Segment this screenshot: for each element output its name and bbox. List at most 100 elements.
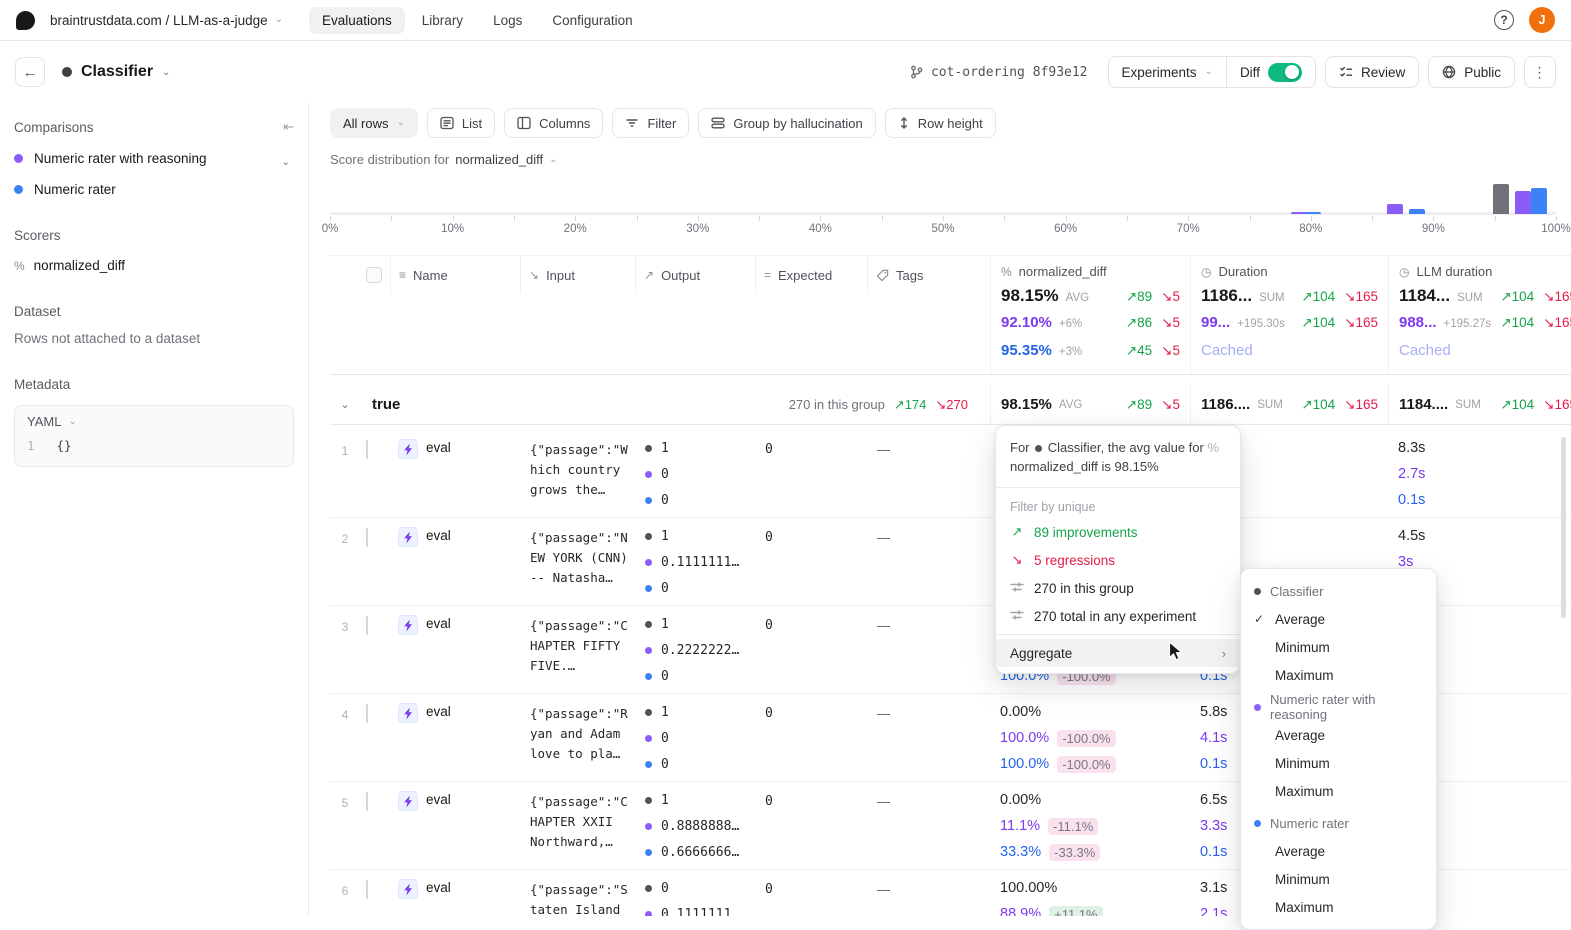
more-options-button[interactable]: ⋮ [1524,56,1556,88]
input-cell[interactable]: {"passage":"R yan and Adam love to pla… [520,694,635,781]
back-button[interactable]: ← [15,57,45,87]
submenu-option-minimum[interactable]: Minimum [1241,749,1436,777]
tab-library[interactable]: Library [409,7,476,34]
output-cell[interactable]: 10.1111111…0 [635,518,755,605]
group-row-true[interactable]: ⌄ true 270 in this group ↗174 ↘270 98.15… [330,385,1571,425]
output-cell[interactable]: 00.1111111… [635,870,755,916]
yaml-content[interactable]: {} [57,438,72,453]
improvements-count[interactable]: ↗45 [1126,343,1152,359]
tags-cell[interactable]: — [867,606,990,693]
regressions-count[interactable]: ↘5 [1161,343,1180,359]
submenu-option-average[interactable]: Average [1241,721,1436,749]
improvements-count[interactable]: ↗104 [1301,289,1335,305]
submenu-option-average[interactable]: Average [1241,837,1436,865]
row-name-cell[interactable]: eval [390,606,520,693]
regressions-count[interactable]: ↘5 [1161,315,1180,331]
improvements-count[interactable]: ↗104 [1301,315,1335,331]
experiments-button[interactable]: Experiments ⌄ [1109,57,1226,87]
column-header-expected[interactable]: =Expected [755,256,867,294]
expected-cell[interactable]: 0 [755,430,867,517]
submenu-option-average[interactable]: ✓Average [1241,605,1436,633]
input-cell[interactable]: {"passage":"C HAPTER FIFTY FIVE.… [520,606,635,693]
tab-configuration[interactable]: Configuration [539,7,645,34]
row-name-cell[interactable]: eval [390,782,520,869]
all-rows-button[interactable]: All rows ⌄ [330,108,418,138]
output-cell[interactable]: 100 [635,694,755,781]
expected-cell[interactable]: 0 [755,870,867,916]
scorer-item[interactable]: % normalized_diff [14,258,294,273]
row-checkbox[interactable] [366,704,368,723]
submenu-option-maximum[interactable]: Maximum [1241,661,1436,689]
submenu-option-maximum[interactable]: Maximum [1241,777,1436,805]
popup-item-89-improvements[interactable]: ↗89 improvements [996,518,1240,546]
expected-cell[interactable]: 0 [755,782,867,869]
improvements-count[interactable]: ↗104 [1301,397,1335,413]
submenu-option-minimum[interactable]: Minimum [1241,865,1436,893]
columns-button[interactable]: Columns [504,108,603,138]
row-checkbox[interactable] [366,528,368,547]
regressions-count[interactable]: ↘5 [1161,397,1180,413]
score-distribution-label[interactable]: Score distribution for normalized_diff ⌄ [330,152,558,167]
regressions-count[interactable]: ↘165 [1543,289,1571,305]
tab-logs[interactable]: Logs [480,7,535,34]
column-header-duration[interactable]: ◷Duration1186...SUM↗104↘16599...+195.30s… [1190,256,1388,374]
chevron-down-icon[interactable]: ⌄ [162,67,170,78]
group-regressions[interactable]: ↘270 [935,397,968,413]
row-checkbox[interactable] [366,616,368,635]
table-row[interactable]: 1eval{"passage":"W hich country grows th… [330,430,1571,518]
row-name-cell[interactable]: eval [390,870,520,916]
column-header-normalized-diff[interactable]: %normalized_diff98.15%AVG↗89↘592.10%+6%↗… [990,256,1190,374]
comparison-item[interactable]: Numeric rater [14,182,294,197]
improvements-count[interactable]: ↗104 [1500,289,1534,305]
input-cell[interactable]: {"passage":"C HAPTER XXII Northward,… [520,782,635,869]
branch-info[interactable]: cot-ordering 8f93e12 [910,65,1088,80]
column-header-tags[interactable]: Tags [867,256,990,294]
submenu-option-minimum[interactable]: Minimum [1241,633,1436,661]
row-checkbox[interactable] [366,792,368,811]
chevron-down-icon[interactable]: ⌄ [282,157,290,168]
popup-item-270-total-in-any-experiment[interactable]: 270 total in any experiment [996,602,1240,630]
score-cell[interactable]: 0.00%11.1%-11.1%33.3%-33.3% [990,782,1190,869]
output-cell[interactable]: 10.8888888…0.6666666… [635,782,755,869]
row-name-cell[interactable]: eval [390,430,520,517]
select-all-checkbox[interactable] [366,267,382,283]
expected-cell[interactable]: 0 [755,606,867,693]
help-icon[interactable]: ? [1494,10,1514,30]
column-header-output[interactable]: ↗Output [635,256,755,294]
list-view-button[interactable]: List [427,108,495,138]
collapse-sidebar-icon[interactable]: ⇤ [283,119,294,135]
row-name-cell[interactable]: eval [390,694,520,781]
row-checkbox[interactable] [366,440,368,459]
group-llm-duration-cell[interactable]: 1184....SUM↗104↘165 [1388,385,1571,424]
improvements-count[interactable]: ↗89 [1126,397,1152,413]
tags-cell[interactable]: — [867,694,990,781]
input-cell[interactable]: {"passage":"N EW YORK (CNN) -- Natasha… [520,518,635,605]
tags-cell[interactable]: — [867,870,990,916]
regressions-count[interactable]: ↘165 [1543,315,1571,331]
column-header-name[interactable]: ≡Name [390,256,520,294]
output-cell[interactable]: 10.2222222…0 [635,606,755,693]
regressions-count[interactable]: ↘165 [1344,397,1378,413]
popup-item-270-in-this-group[interactable]: 270 in this group [996,574,1240,602]
group-improvements[interactable]: ↗174 [894,397,927,413]
row-name-cell[interactable]: eval [390,518,520,605]
group-duration-cell[interactable]: 1186....SUM↗104↘165 [1190,385,1388,424]
diff-toggle[interactable] [1268,63,1302,82]
output-cell[interactable]: 100 [635,430,755,517]
score-cell[interactable]: 100.00%88.9%+11.1% [990,870,1190,916]
improvements-count[interactable]: ↗89 [1126,289,1152,305]
regressions-count[interactable]: ↘165 [1344,289,1378,305]
row-checkbox[interactable] [366,880,368,899]
improvements-count[interactable]: ↗104 [1500,397,1534,413]
column-header-llm-duration[interactable]: ◷LLM duration1184...SUM↗104↘165988...+19… [1388,256,1571,374]
review-button[interactable]: Review [1325,56,1419,88]
input-cell[interactable]: {"passage":"W hich country grows the… [520,430,635,517]
score-distribution-histogram[interactable] [330,175,1556,215]
yaml-format-label[interactable]: YAML [27,414,61,429]
row-height-button[interactable]: Row height [885,108,996,138]
input-cell[interactable]: {"passage":"S taten Island [520,870,635,916]
group-by-button[interactable]: Group by hallucination [698,108,875,138]
aggregate-menu-item[interactable]: Aggregate › [996,639,1240,667]
group-score-cell[interactable]: 98.15%AVG↗89↘5 [990,385,1190,424]
tags-cell[interactable]: — [867,518,990,605]
